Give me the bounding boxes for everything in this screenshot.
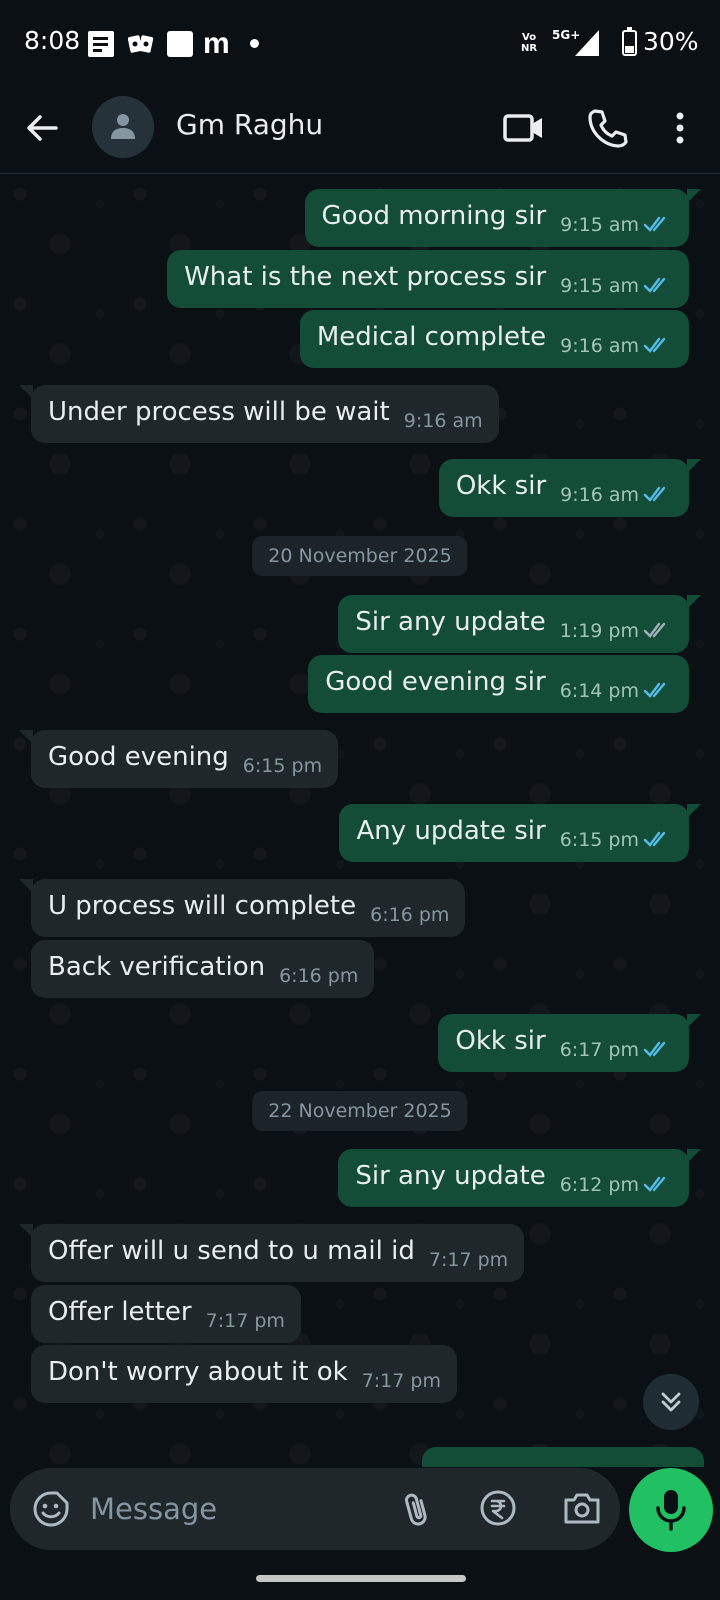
message-text: Sir any update (355, 1161, 546, 1191)
app-notification-icon (167, 31, 193, 57)
message-meta: 9:15 am (560, 210, 673, 240)
message-outgoing[interactable]: Good morning sir 9:15 am (304, 189, 702, 247)
message-text: Good morning sir (321, 201, 547, 231)
message-input[interactable]: Message (90, 1492, 217, 1526)
message-text: Good evening (48, 742, 229, 772)
message-incoming[interactable]: U process will complete 6:16 pm (18, 879, 466, 937)
message-time: 6:15 pm (242, 755, 323, 777)
video-call-icon[interactable] (502, 106, 546, 150)
volte-indicator: Vo NR (521, 32, 538, 54)
message-composer: Message (10, 1468, 620, 1550)
message-outgoing[interactable]: Any update sir 6:15 pm (339, 804, 701, 862)
message-text: Don't worry about it ok (48, 1357, 348, 1387)
battery-percent: 30% (643, 27, 699, 56)
message-text: Sir any update (355, 607, 546, 637)
message-text: Offer letter (48, 1297, 192, 1327)
status-time: 8:08 (24, 26, 81, 55)
message-time: 7:17 pm (361, 1370, 441, 1392)
chat-header: Gm Raghu (0, 82, 720, 174)
message-incoming[interactable]: Offer will u send to u mail id 7:17 pm (18, 1224, 525, 1282)
read-tick-icon (643, 831, 666, 847)
message-incoming[interactable]: Offer letter 7:17 pm (31, 1285, 301, 1343)
message-meta: 9:16 am (560, 480, 673, 510)
message-outgoing[interactable]: Medical complete 9:16 am (299, 310, 689, 368)
message-meta: 9:15 am (560, 271, 673, 301)
message-outgoing[interactable]: Sir any update 6:12 pm (338, 1149, 701, 1207)
cards-notification-icon (128, 33, 154, 55)
signal-icon (575, 30, 599, 56)
message-time: 6:16 pm (279, 965, 359, 987)
more-options-icon[interactable] (660, 106, 700, 150)
message-meta: 1:19 pm (560, 616, 673, 646)
message-incoming[interactable]: Don't worry about it ok 7:17 pm (31, 1345, 457, 1403)
message-time: 7:17 pm (428, 1249, 509, 1271)
attachment-icon[interactable] (398, 1490, 436, 1528)
message-time: 9:16 am (403, 410, 483, 432)
message-text: Under process will be wait (48, 397, 390, 427)
message-outgoing[interactable]: What is the next process sir 9:15 am (167, 250, 689, 308)
message-text: What is the next process sir (184, 262, 547, 292)
message-text: Back verification (48, 952, 266, 982)
sticker-emoji-icon[interactable] (32, 1490, 70, 1528)
message-outgoing[interactable]: Okk sir 9:16 am (438, 459, 702, 517)
date-separator: 22 November 2025 (252, 1091, 468, 1131)
m-app-notification-icon: m (203, 27, 230, 60)
message-text: Okk sir (455, 1026, 546, 1056)
message-text: U process will complete (48, 891, 357, 921)
message-meta: 6:12 pm (560, 1170, 673, 1200)
partial-message-bubble (422, 1447, 704, 1467)
voice-message-button[interactable] (629, 1468, 713, 1552)
message-meta: 6:17 pm (560, 1035, 673, 1065)
read-tick-icon (643, 1041, 666, 1057)
home-indicator[interactable] (256, 1575, 466, 1582)
delivered-tick-icon (643, 622, 666, 638)
message-incoming[interactable]: Good evening 6:15 pm (18, 730, 339, 788)
read-tick-icon (643, 216, 666, 232)
status-bar: 8:08 m Vo NR 5G+ 30% (0, 0, 720, 82)
message-text: Offer will u send to u mail id (48, 1236, 415, 1266)
back-arrow-icon[interactable] (22, 108, 62, 148)
person-icon (111, 114, 135, 139)
message-incoming[interactable]: Back verification 6:16 pm (31, 940, 375, 998)
message-outgoing[interactable]: Okk sir 6:17 pm (438, 1014, 701, 1072)
double-chevron-down-icon (661, 1392, 681, 1412)
payment-rupee-icon[interactable] (478, 1488, 518, 1528)
message-text: Any update sir (356, 816, 546, 846)
battery-icon (622, 27, 637, 56)
message-time: 7:17 pm (205, 1310, 285, 1332)
message-meta: 6:15 pm (560, 825, 673, 855)
message-incoming[interactable]: Under process will be wait 9:16 am (19, 385, 499, 443)
message-meta: 9:16 am (560, 331, 673, 361)
message-text: Medical complete (316, 322, 547, 352)
avatar[interactable] (92, 96, 154, 158)
message-text: Good evening sir (325, 667, 546, 697)
read-tick-icon (643, 1176, 666, 1192)
contact-name[interactable]: Gm Raghu (176, 108, 323, 141)
read-tick-icon (643, 682, 666, 698)
chat-area[interactable]: Good morning sir 9:15 am What is the next… (0, 174, 720, 1464)
microphone-icon (656, 1490, 686, 1531)
read-tick-icon (643, 337, 666, 353)
scroll-to-bottom-button[interactable] (643, 1374, 699, 1430)
phone-icon[interactable] (585, 106, 629, 150)
more-notifications-dot-icon (250, 39, 259, 48)
message-meta: 6:14 pm (560, 676, 673, 706)
message-outgoing[interactable]: Good evening sir 6:14 pm (308, 655, 689, 713)
message-outgoing[interactable]: Sir any update 1:19 pm (338, 595, 701, 653)
read-tick-icon (643, 486, 666, 502)
read-tick-icon (643, 277, 666, 293)
notes-notification-icon (88, 31, 114, 57)
message-text: Okk sir (455, 471, 547, 501)
camera-icon[interactable] (562, 1488, 602, 1528)
date-separator: 20 November 2025 (252, 536, 468, 576)
message-time: 6:16 pm (370, 904, 450, 926)
